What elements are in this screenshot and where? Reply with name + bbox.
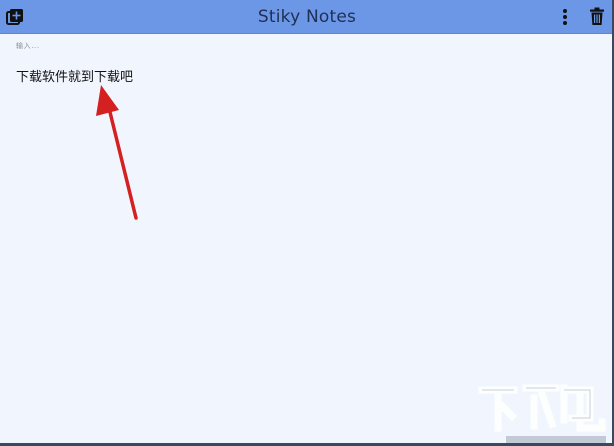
app-title: Stiky Notes: [257, 7, 357, 27]
add-note-button[interactable]: [4, 0, 26, 33]
sticky-notes-window: Stiky Notes 输入... 下载软件就到下载吧: [0, 0, 614, 446]
title-bar[interactable]: Stiky Notes: [0, 0, 612, 34]
more-options-button[interactable]: [554, 0, 576, 33]
note-content[interactable]: 下载软件就到下载吧: [16, 66, 133, 85]
trash-icon: [590, 7, 604, 25]
add-note-icon: [6, 8, 23, 25]
delete-note-button[interactable]: [585, 0, 609, 33]
more-vertical-icon: [563, 8, 567, 25]
watermark-logo: [478, 384, 606, 443]
note-input-placeholder[interactable]: 输入...: [16, 41, 40, 51]
